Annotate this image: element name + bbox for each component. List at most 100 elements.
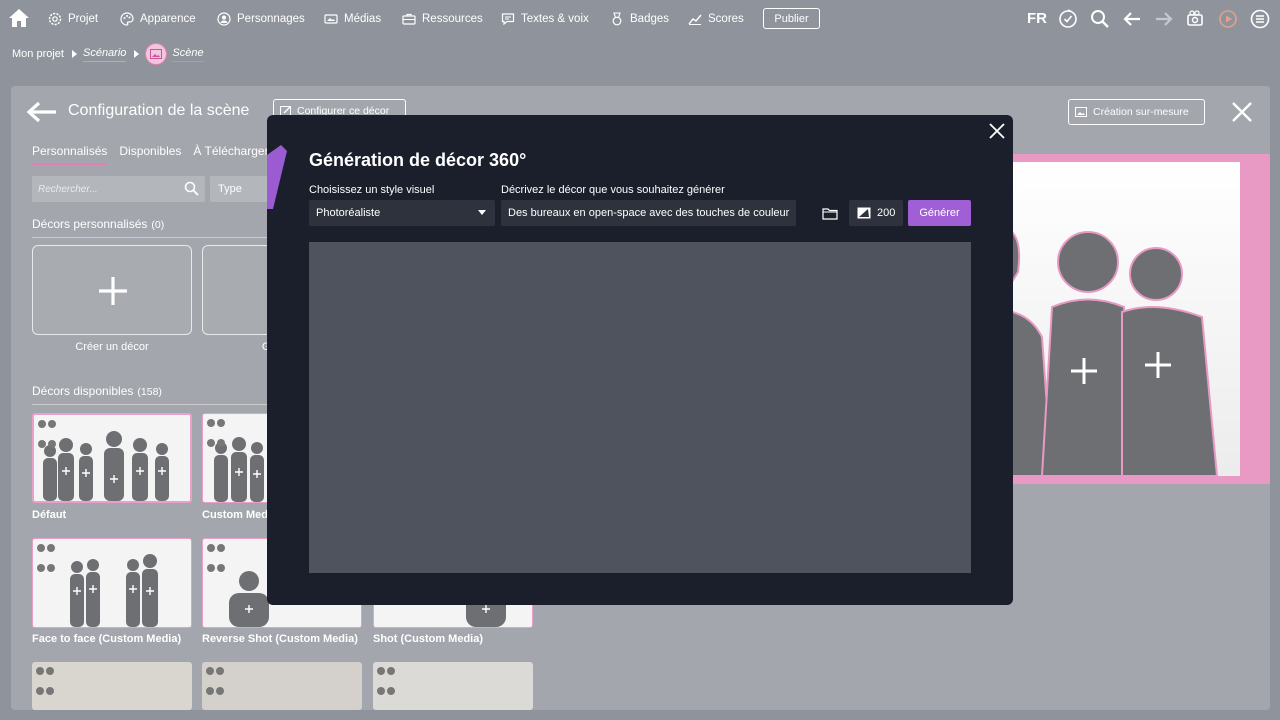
- decor-name: Face to face (Custom Media): [32, 633, 182, 645]
- generate-button[interactable]: Générer: [908, 200, 971, 226]
- credits-counter: 200: [849, 200, 903, 226]
- top-nav-bar: Projet Apparence Personnages Médias Ress…: [0, 0, 1280, 38]
- nav-item-personnages[interactable]: Personnages: [217, 10, 305, 28]
- close-icon[interactable]: [988, 122, 1006, 140]
- create-decor-label: Créer un décor: [75, 341, 149, 353]
- create-decor-tile[interactable]: [32, 245, 192, 335]
- speech-icon: [501, 13, 515, 26]
- search-icon[interactable]: [184, 181, 199, 196]
- breadcrumb-scenario[interactable]: Scénario: [82, 47, 127, 62]
- character-count-icon: [37, 544, 55, 552]
- folder-button[interactable]: [816, 200, 844, 226]
- nav-item-medias[interactable]: Médias: [324, 10, 381, 28]
- tab-a-telecharger[interactable]: À Télécharger: [193, 144, 268, 165]
- character-count-icon: [206, 667, 224, 675]
- decor-name: Custom Media: [202, 509, 278, 521]
- available-decors-label: Décors disponibles: [32, 384, 134, 398]
- home-icon[interactable]: [8, 8, 30, 28]
- nav-item-apparence[interactable]: Apparence: [120, 10, 196, 28]
- modal-accent-shape: [267, 145, 287, 209]
- decor-name: Shot (Custom Media): [373, 633, 483, 645]
- page-title: Configuration de la scène: [68, 102, 250, 119]
- available-decors-heading: Décors disponibles (158): [32, 384, 162, 398]
- menu-icon[interactable]: [1250, 9, 1270, 29]
- nav-item-textes-voix[interactable]: Textes & voix: [501, 10, 589, 28]
- tab-personnalises[interactable]: Personnalisés: [32, 144, 108, 165]
- breadcrumb: Mon projet Scénario Scène: [12, 43, 204, 65]
- scene-image-icon: [145, 43, 168, 65]
- tab-disponibles[interactable]: Disponibles: [119, 144, 181, 165]
- nav-item-projet[interactable]: Projet: [48, 10, 98, 28]
- gear-icon: [48, 12, 62, 26]
- decor-thumbnail-office-2[interactable]: [202, 662, 362, 710]
- character-count-icon: [207, 544, 225, 552]
- search-icon[interactable]: [1090, 9, 1110, 29]
- custom-decors-label: Décors personnalisés: [32, 217, 148, 231]
- image-edit-icon: [1075, 107, 1087, 117]
- breadcrumb-scene[interactable]: Scène: [172, 47, 204, 62]
- undo-arrow-icon[interactable]: [1122, 9, 1142, 29]
- credits-value: 200: [877, 207, 896, 219]
- style-label: Choisissez un style visuel: [309, 184, 435, 196]
- nav-item-label: Ressources: [422, 13, 483, 25]
- character-count-icon: [207, 419, 225, 427]
- nav-item-badges[interactable]: Badges: [610, 10, 669, 28]
- camera-icon[interactable]: [1186, 9, 1206, 29]
- camera-count-icon: [377, 687, 395, 695]
- back-arrow-icon[interactable]: [26, 100, 58, 124]
- publish-button[interactable]: Publier: [763, 8, 820, 29]
- scene-preview-canvas: [1012, 162, 1240, 476]
- type-filter[interactable]: Type: [210, 176, 270, 202]
- palette-icon: [120, 12, 134, 26]
- close-icon[interactable]: [1231, 101, 1253, 123]
- decor-prompt-input[interactable]: Des bureaux en open-space avec des touch…: [501, 200, 796, 226]
- search-input[interactable]: Rechercher...: [32, 176, 205, 202]
- medal-icon: [612, 12, 622, 26]
- visual-style-select[interactable]: Photoréaliste: [309, 200, 495, 226]
- folder-icon: [822, 207, 838, 220]
- decor-thumbnail-office-1[interactable]: [32, 662, 192, 710]
- available-decors-count: (158): [137, 386, 162, 398]
- nav-item-label: Médias: [344, 13, 382, 25]
- decor-thumbnail-defaut[interactable]: [32, 413, 192, 503]
- nav-item-label: Personnages: [237, 13, 305, 25]
- nav-item-label: Badges: [630, 13, 670, 25]
- language-selector[interactable]: FR: [1027, 10, 1047, 27]
- image-credits-icon: [857, 207, 871, 219]
- decor-tabs: Personnalisés Disponibles À Télécharger: [32, 144, 269, 165]
- nav-item-ressources[interactable]: Ressources: [402, 10, 483, 28]
- breadcrumb-project[interactable]: Mon projet: [12, 48, 64, 60]
- decor-thumbnail-office-3[interactable]: [373, 662, 533, 710]
- camera-count-icon: [207, 439, 225, 447]
- custom-creation-button[interactable]: Création sur-mesure: [1068, 99, 1205, 125]
- silhouettes-image: [1012, 230, 1219, 476]
- check-history-icon[interactable]: [1058, 9, 1078, 29]
- character-count-icon: [377, 667, 395, 675]
- plus-icon: [99, 277, 127, 305]
- nav-item-label: Projet: [68, 13, 99, 25]
- modal-title: Génération de décor 360°: [309, 150, 527, 170]
- redo-arrow-icon[interactable]: [1154, 9, 1174, 29]
- nav-item-scores[interactable]: Scores: [688, 10, 744, 28]
- decor-name: Reverse Shot (Custom Media): [202, 633, 358, 645]
- breadcrumb-separator: [71, 50, 77, 58]
- decor-name: Défaut: [32, 509, 67, 521]
- section-divider: [32, 404, 272, 405]
- briefcase-icon: [402, 13, 416, 25]
- scene-preview[interactable]: [1012, 154, 1270, 484]
- breadcrumb-separator: [134, 50, 140, 58]
- play-icon[interactable]: [1218, 9, 1238, 29]
- custom-creation-label: Création sur-mesure: [1093, 106, 1189, 118]
- character-count-icon: [36, 667, 54, 675]
- nav-item-label: Textes & voix: [521, 13, 589, 25]
- character-count-icon: [38, 420, 56, 428]
- chart-icon: [688, 14, 702, 25]
- user-icon: [217, 12, 231, 26]
- nav-item-label: Apparence: [140, 13, 196, 25]
- chevron-down-icon: [478, 210, 486, 215]
- decor-thumbnail-face-to-face[interactable]: [32, 538, 192, 628]
- prompt-label: Décrivez le décor que vous souhaitez gén…: [501, 184, 725, 196]
- custom-decors-heading: Décors personnalisés (0): [32, 217, 164, 231]
- custom-decors-count: (0): [151, 219, 165, 231]
- camera-count-icon: [37, 564, 55, 572]
